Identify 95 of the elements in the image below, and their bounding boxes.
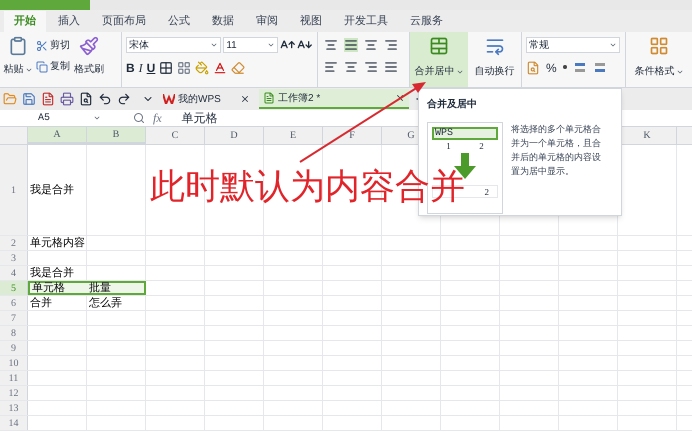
align-center-icon[interactable] [344, 60, 358, 74]
font-color-icon[interactable] [213, 61, 228, 75]
column-header[interactable]: D [205, 127, 264, 144]
row-header[interactable]: 8 [0, 326, 28, 340]
menu-tab[interactable]: 开发工具 [334, 11, 398, 32]
redo-icon[interactable] [117, 92, 131, 106]
preview-icon[interactable] [79, 92, 93, 106]
sheet-file-icon [263, 92, 275, 104]
merge-cells-icon [429, 36, 449, 56]
border-icon[interactable] [159, 61, 174, 75]
font-select[interactable]: 宋体 [126, 37, 222, 53]
cell-text: 怎么弄 [89, 296, 122, 311]
align-left-icon[interactable] [324, 60, 338, 74]
example-text: 2 [484, 186, 489, 197]
undo-icon[interactable] [98, 92, 112, 106]
close-icon[interactable] [240, 94, 250, 104]
column-header[interactable]: C [146, 127, 205, 144]
formula-input[interactable]: 单元格 [174, 110, 692, 126]
row-header[interactable]: 9 [0, 341, 28, 355]
number-format-select[interactable]: 常规 [526, 37, 620, 53]
menu-tab[interactable]: 审阅 [246, 11, 288, 32]
menu-tab[interactable]: 开始 [4, 11, 46, 32]
align-bottom-icon[interactable] [364, 38, 378, 52]
cell-text: 我是合并 [30, 182, 74, 198]
font-style-button[interactable]: U [146, 59, 156, 77]
document-tab[interactable]: 我的WPS [159, 89, 254, 109]
menu-tab[interactable]: 视图 [290, 11, 332, 32]
font-style-button[interactable]: B [126, 59, 135, 77]
annotation-text: 此时默认为内容合并 [150, 166, 465, 208]
print-icon[interactable] [60, 92, 74, 106]
name-box[interactable]: A5 [0, 110, 105, 126]
cell-text: 合并 [30, 296, 52, 311]
indent-icon[interactable] [384, 38, 398, 52]
row-header[interactable]: 4 [0, 266, 28, 280]
row-header[interactable]: 11 [0, 371, 28, 385]
row-header[interactable]: 10 [0, 356, 28, 370]
dropdown-icon [609, 41, 617, 49]
cell-text: 单元格 [32, 280, 65, 296]
clear-format-icon[interactable] [231, 61, 246, 75]
align-top-icon[interactable] [324, 38, 338, 52]
justify-icon[interactable] [384, 60, 398, 74]
search-icon[interactable] [133, 112, 145, 124]
row-header[interactable]: 3 [0, 251, 28, 265]
tooltip-description: 将选择的多个单元格合并为一个单元格，且合并后的单元格的内容设置为居中显示。 [511, 123, 602, 178]
dropdown-icon [93, 114, 101, 122]
align-middle-icon[interactable] [344, 38, 358, 52]
format-painter-button[interactable]: 格式刷 [74, 32, 104, 87]
brush-icon [79, 36, 99, 56]
dropdown-icon [266, 41, 275, 49]
export-icon[interactable] [41, 92, 55, 106]
fill-color-icon[interactable] [195, 61, 210, 75]
clipboard-icon [8, 36, 28, 56]
copy-button[interactable]: 复制 [36, 59, 70, 74]
fill-grid-icon[interactable] [177, 61, 192, 75]
row-header[interactable]: 14 [0, 416, 28, 430]
save-icon[interactable] [22, 92, 36, 106]
copy-icon [36, 60, 48, 72]
row-header[interactable]: 1 [0, 145, 28, 235]
function-label[interactable]: fx [153, 109, 162, 127]
conditional-format-button[interactable]: 条件格式 [626, 32, 692, 87]
font-size-select[interactable]: 11 [223, 37, 278, 53]
example-text: 2 [478, 140, 485, 153]
cell-text: 我是合并 [30, 266, 74, 281]
column-header[interactable]: A [28, 127, 87, 144]
cut-button[interactable]: 剪切 [36, 38, 70, 53]
logo-icon [163, 94, 175, 104]
cell-text: 单元格内容 [30, 236, 85, 251]
menu-tab[interactable]: 云服务 [400, 11, 453, 32]
scissors-icon [36, 40, 48, 52]
close-icon[interactable] [395, 93, 405, 103]
menu-tab[interactable]: 插入 [48, 11, 90, 32]
conditional-format-icon [649, 36, 669, 56]
column-header[interactable]: E [264, 127, 323, 144]
row-header[interactable]: 12 [0, 386, 28, 400]
comma-icon[interactable] [562, 65, 567, 71]
menu-tab[interactable]: 页面布局 [92, 11, 156, 32]
row-header[interactable]: 13 [0, 401, 28, 415]
example-text: 1 [445, 140, 452, 153]
menu-tab[interactable]: 数据 [202, 11, 244, 32]
dropdown-icon [210, 41, 218, 49]
merge-center-button[interactable]: 合并居中 [410, 32, 468, 87]
tooltip-title: 合并及居中 [427, 97, 478, 112]
cell-text: 批量 [89, 280, 111, 296]
paste-button[interactable]: 粘贴 [0, 32, 36, 87]
column-header[interactable]: F [323, 127, 382, 144]
font-style-button[interactable]: I [138, 59, 143, 77]
row-header[interactable]: 2 [0, 236, 28, 250]
document-tab[interactable]: 工作簿2 * [259, 89, 409, 109]
column-header[interactable]: B [87, 127, 146, 144]
wrap-text-button[interactable]: 自动换行 [468, 32, 522, 87]
row-header[interactable]: 7 [0, 311, 28, 325]
percent-button[interactable]: % [546, 59, 557, 77]
menu-tab[interactable]: 公式 [158, 11, 200, 32]
align-right-icon[interactable] [364, 60, 378, 74]
row-header[interactable]: 6 [0, 296, 28, 310]
